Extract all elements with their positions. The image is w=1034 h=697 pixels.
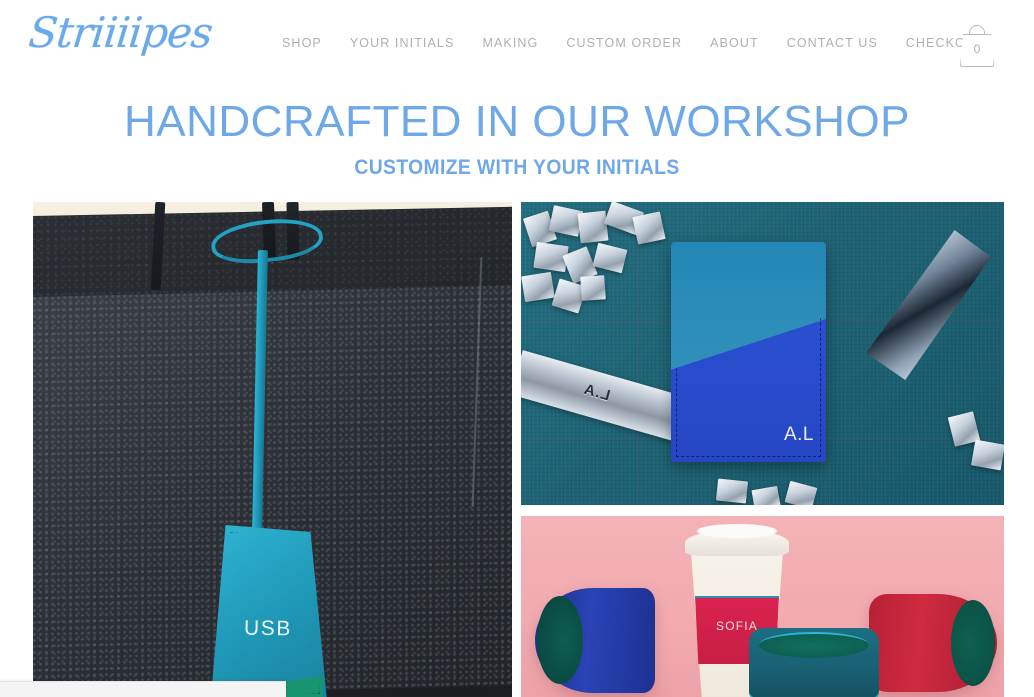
- tag-stitching: [217, 532, 320, 694]
- cup-sleeve-teal: [749, 628, 879, 697]
- page-title: HANDCRAFTED IN OUR WORKSHOP: [124, 97, 910, 146]
- cart-count-badge: 0: [973, 42, 981, 56]
- nav-item-your-initials[interactable]: YOUR INITIALS: [350, 34, 455, 52]
- gallery-tile-cup-sleeves[interactable]: SOFIA: [521, 516, 1004, 697]
- linen-grid-line: [639, 202, 640, 505]
- metal-type-piece: [632, 211, 666, 245]
- cup-sleeve-interior: [951, 600, 995, 686]
- nav-item-shop[interactable]: SHOP: [282, 34, 322, 52]
- metal-type-piece: [580, 275, 606, 301]
- holder-monogram: A.L: [783, 424, 814, 445]
- linen-grid-line: [827, 202, 828, 505]
- cup-lid-top: [697, 524, 777, 538]
- nav-item-about[interactable]: ABOUT: [710, 34, 759, 52]
- metal-type-piece: [521, 271, 555, 303]
- cart-button[interactable]: 0: [957, 24, 997, 68]
- nav-item-making[interactable]: MAKING: [482, 34, 538, 52]
- gallery-tile-leather-bag[interactable]: USB: [33, 202, 512, 697]
- cup-sleeve-interior: [759, 632, 869, 658]
- page-subtitle: CUSTOMIZE WITH YOUR INITIALS: [354, 156, 680, 180]
- passport-holder-product: A.L: [671, 242, 826, 462]
- metal-type-piece: [577, 210, 609, 244]
- tag-monogram: USB: [243, 616, 293, 641]
- cup-sleeve-blue: [535, 588, 655, 693]
- site-header: Striiiipes SHOP YOUR INITIALS MAKING CUS…: [0, 0, 1034, 95]
- brand-logo[interactable]: Striiiipes: [26, 8, 214, 57]
- page-root: Striiiipes SHOP YOUR INITIALS MAKING CUS…: [0, 0, 1034, 697]
- cup-sleeve-interior: [537, 596, 583, 684]
- nav-item-custom-order[interactable]: CUSTOM ORDER: [566, 34, 682, 52]
- metal-type-piece: [715, 478, 749, 504]
- gallery-tile-passport-holder[interactable]: L.A A.L: [521, 202, 1004, 505]
- metal-type-piece: [970, 439, 1004, 471]
- bottom-overlay-panel[interactable]: [0, 681, 286, 697]
- main-nav: SHOP YOUR INITIALS MAKING CUSTOM ORDER A…: [282, 34, 985, 52]
- hero-text-block: HANDCRAFTED IN OUR WORKSHOP CUSTOMIZE WI…: [0, 97, 1034, 180]
- metal-type-piece: [751, 485, 781, 505]
- cup-sleeve-red: [869, 594, 997, 692]
- nav-item-contact-us[interactable]: CONTACT US: [787, 34, 878, 52]
